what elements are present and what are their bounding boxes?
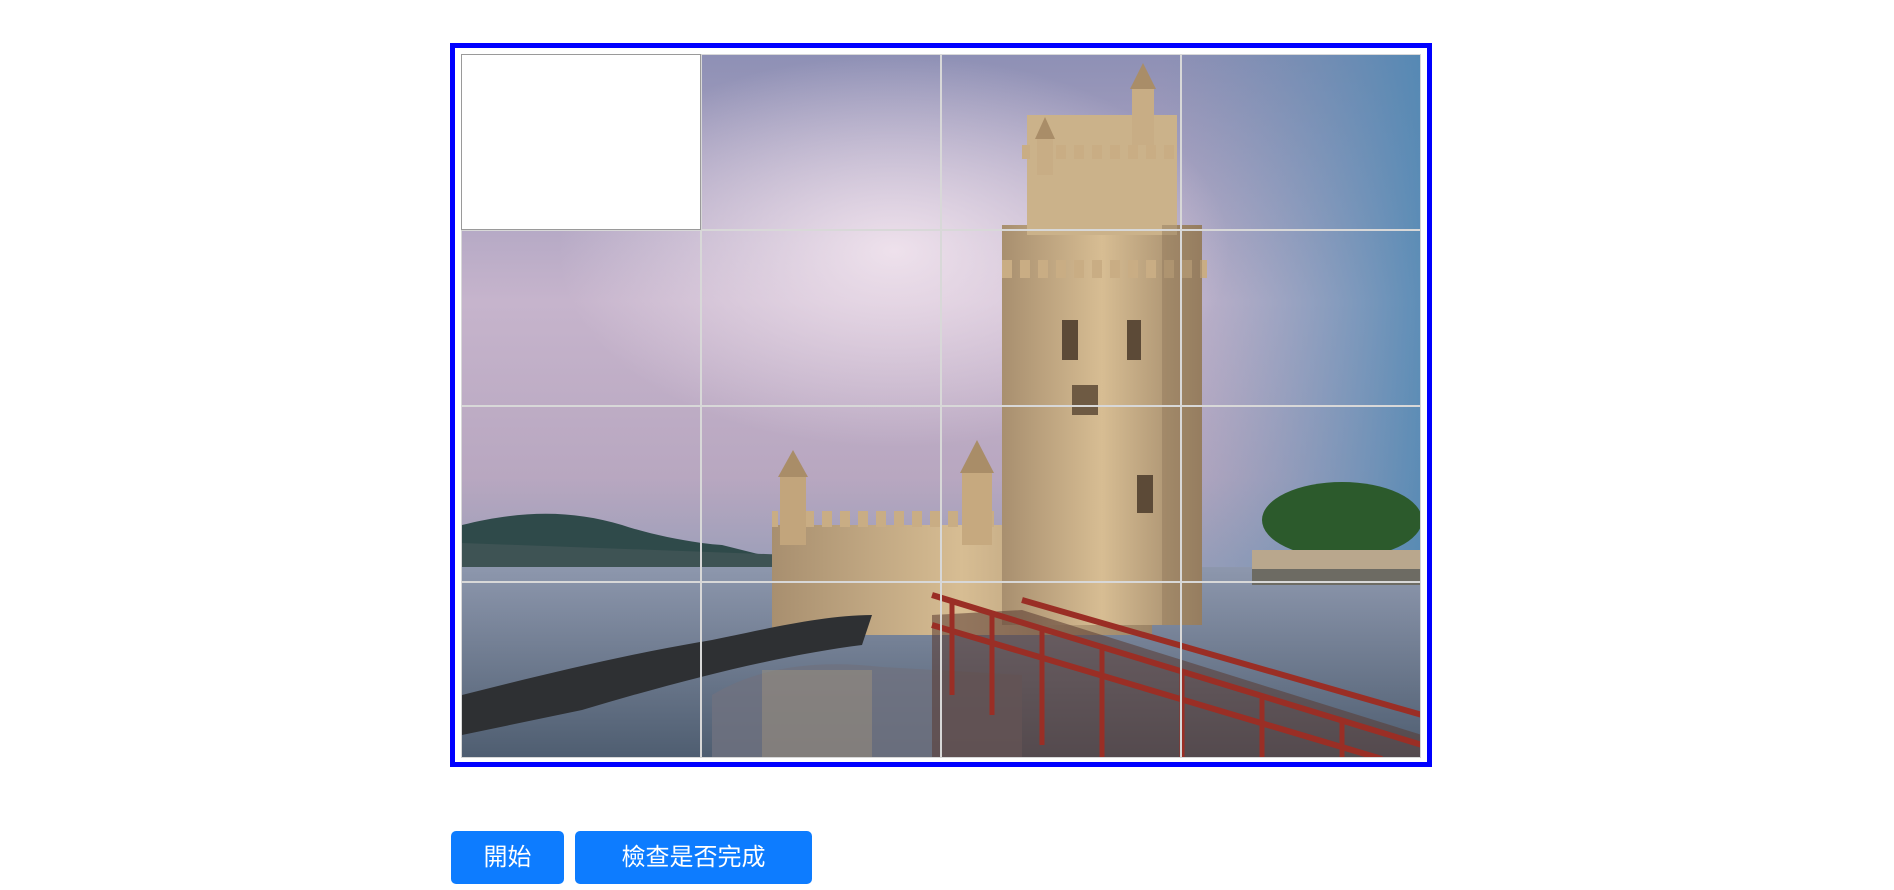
tile-image xyxy=(701,582,941,758)
puzzle-tile[interactable] xyxy=(701,230,941,406)
puzzle-board xyxy=(450,43,1432,767)
controls-bar: 開始 檢查是否完成 xyxy=(451,831,812,884)
puzzle-tile[interactable] xyxy=(1181,54,1421,230)
tile-image xyxy=(701,55,941,230)
puzzle-tile[interactable] xyxy=(701,54,941,230)
puzzle-tile[interactable] xyxy=(941,582,1181,758)
check-complete-button[interactable]: 檢查是否完成 xyxy=(575,831,812,884)
tile-image xyxy=(941,582,1181,758)
puzzle-grid xyxy=(461,54,1421,758)
tile-image xyxy=(462,582,701,758)
puzzle-tile[interactable] xyxy=(461,406,701,582)
tile-image xyxy=(701,406,941,582)
start-button[interactable]: 開始 xyxy=(451,831,564,884)
puzzle-tile[interactable] xyxy=(461,582,701,758)
puzzle-tile[interactable] xyxy=(1181,582,1421,758)
tile-image xyxy=(462,406,701,582)
tile-image xyxy=(1181,406,1421,582)
tile-image xyxy=(1181,582,1421,758)
puzzle-tile[interactable] xyxy=(941,54,1181,230)
puzzle-tile[interactable] xyxy=(461,230,701,406)
tile-image xyxy=(941,406,1181,582)
tile-image xyxy=(941,230,1181,406)
puzzle-empty-slot[interactable] xyxy=(461,54,701,230)
puzzle-tile[interactable] xyxy=(941,230,1181,406)
puzzle-tile[interactable] xyxy=(941,406,1181,582)
tile-image xyxy=(462,230,701,406)
puzzle-tile[interactable] xyxy=(701,406,941,582)
tile-image xyxy=(1181,55,1421,230)
puzzle-tile[interactable] xyxy=(1181,230,1421,406)
puzzle-tile[interactable] xyxy=(701,582,941,758)
tile-image xyxy=(701,230,941,406)
puzzle-tile[interactable] xyxy=(1181,406,1421,582)
tile-image xyxy=(1181,230,1421,406)
tile-image xyxy=(941,55,1181,230)
